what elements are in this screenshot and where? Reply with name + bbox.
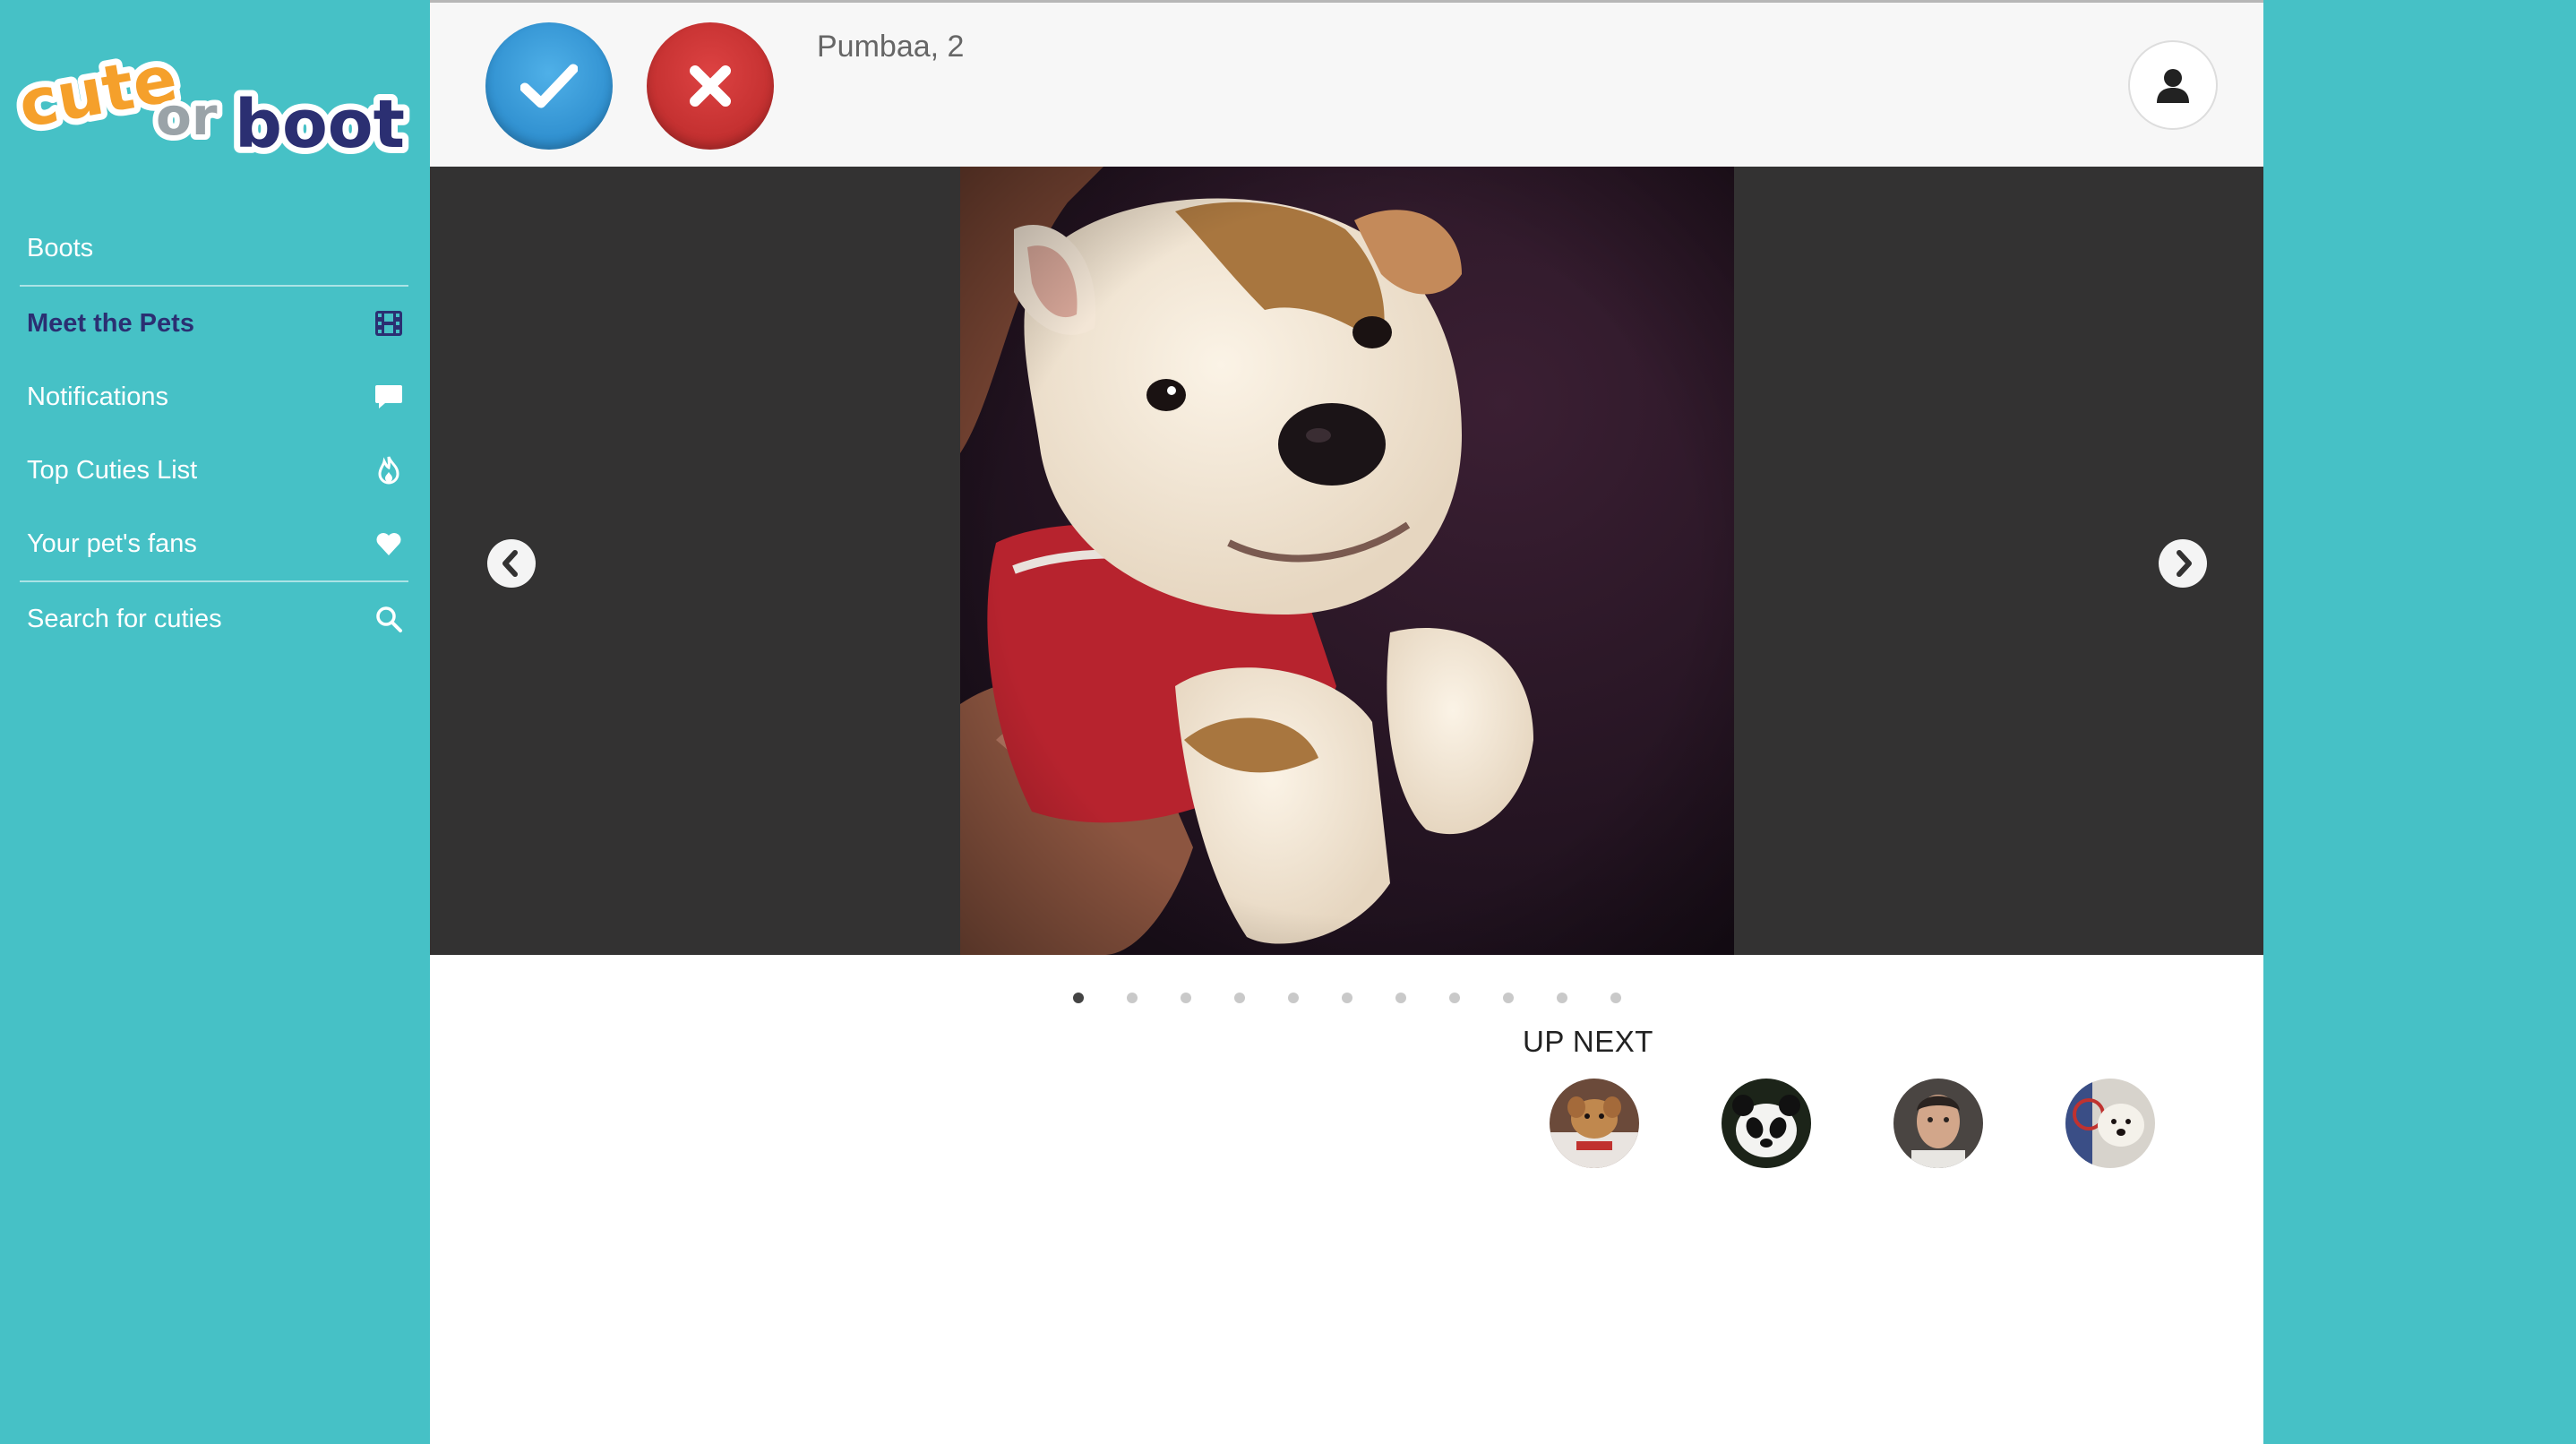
sidebar-item-boots[interactable]: Boots: [20, 211, 408, 285]
sidebar-item-top-cuties[interactable]: Top Cuties List: [20, 434, 408, 507]
carousel-dot[interactable]: [1395, 993, 1406, 1003]
search-icon: [373, 603, 405, 635]
cute-button[interactable]: [485, 22, 613, 150]
heart-icon: [373, 528, 405, 560]
checkmark-icon: [520, 64, 578, 108]
carousel-dot[interactable]: [1610, 993, 1621, 1003]
previous-photo-button[interactable]: [487, 539, 536, 588]
sidebar-item-search[interactable]: Search for cuties: [20, 582, 408, 656]
up-next-thumbnail-man[interactable]: [1893, 1079, 1983, 1168]
boot-button[interactable]: [647, 22, 774, 150]
user-icon: [2157, 69, 2189, 103]
sidebar-item-pet-fans[interactable]: Your pet's fans: [20, 507, 408, 580]
film-icon: [373, 307, 405, 340]
carousel-indicators: [1073, 993, 1664, 1003]
carousel-dot[interactable]: [1127, 993, 1138, 1003]
main-panel: Pumbaa, 2 UP NEXT: [430, 0, 2263, 1444]
flame-icon: [373, 454, 405, 486]
carousel-dot[interactable]: [1234, 993, 1245, 1003]
pet-header: Pumbaa, 2: [430, 0, 2263, 167]
cute-or-boot-logo[interactable]: cute cute or or boot boot: [13, 36, 416, 161]
carousel-dot[interactable]: [1288, 993, 1299, 1003]
sidebar-item-label: Your pet's fans: [27, 529, 197, 558]
x-icon: [690, 65, 731, 107]
up-next-thumbnail-dog[interactable]: [1550, 1079, 1639, 1168]
carousel-dot[interactable]: [1181, 993, 1191, 1003]
sidebar-item-label: Top Cuties List: [27, 455, 198, 485]
carousel-dot[interactable]: [1073, 993, 1084, 1003]
photo-carousel: [430, 167, 2263, 955]
sidebar-item-label: Boots: [27, 233, 94, 262]
carousel-dot[interactable]: [1557, 993, 1567, 1003]
carousel-dot[interactable]: [1503, 993, 1514, 1003]
up-next-heading: UP NEXT: [1523, 1025, 1653, 1058]
sidebar-item-meet-the-pets[interactable]: Meet the Pets: [20, 287, 408, 360]
next-photo-button[interactable]: [2159, 539, 2207, 588]
carousel-dot[interactable]: [1449, 993, 1460, 1003]
chat-bubble-icon: [373, 381, 405, 413]
sidebar-nav: Boots Meet the Pets Notifications Top Cu…: [20, 211, 408, 656]
sidebar-item-notifications[interactable]: Notifications: [20, 360, 408, 434]
svg-text:boot: boot: [235, 86, 405, 161]
carousel-dot[interactable]: [1342, 993, 1352, 1003]
up-next-thumbnail-dog[interactable]: [2065, 1079, 2155, 1168]
sidebar: cute cute or or boot boot Boots Meet the…: [0, 0, 430, 1444]
sidebar-item-label: Meet the Pets: [27, 308, 194, 338]
chevron-left-icon: [502, 550, 518, 577]
sidebar-item-label: Search for cuties: [27, 604, 222, 633]
up-next-thumbnail-panda[interactable]: [1722, 1079, 1811, 1168]
profile-button[interactable]: [2128, 40, 2218, 130]
pet-photo[interactable]: [960, 167, 1734, 955]
chevron-right-icon: [2177, 550, 2192, 577]
pet-name-age: Pumbaa, 2: [817, 30, 965, 64]
sidebar-item-label: Notifications: [27, 382, 168, 411]
svg-text:or: or: [156, 86, 218, 147]
